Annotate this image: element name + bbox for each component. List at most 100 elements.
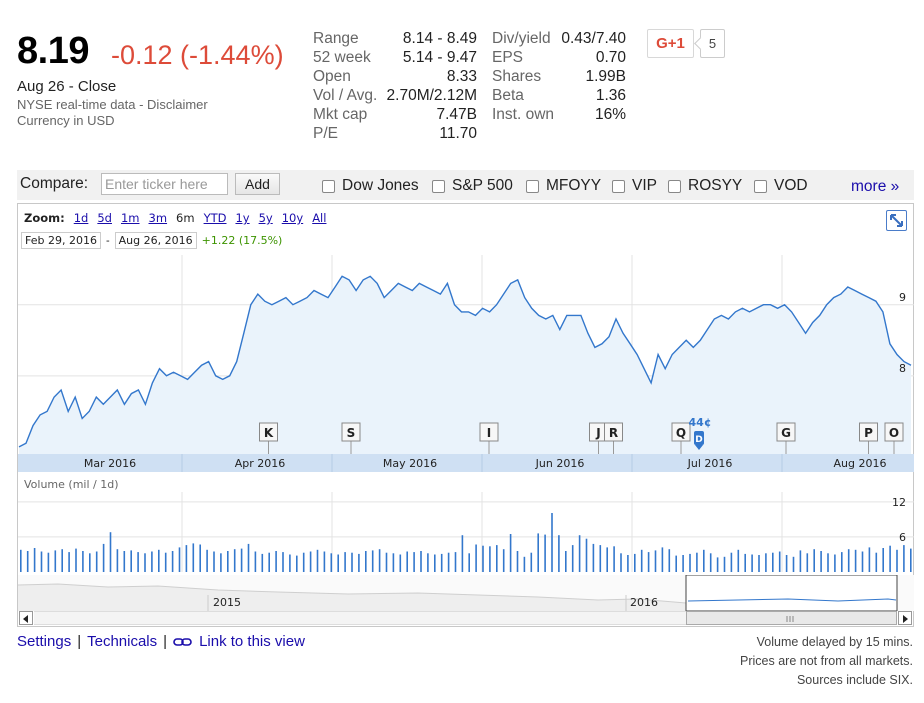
checkbox-icon[interactable]	[526, 179, 539, 193]
zoom-1m[interactable]: 1m	[121, 211, 140, 225]
price-chart[interactable]: 98 KSIJRQGPOM44¢D Mar 2016Apr 2016May 20…	[18, 255, 914, 472]
stat-label: Range	[313, 30, 359, 47]
volume-bar	[813, 549, 815, 572]
event-flag-label: O	[889, 426, 899, 440]
more-compare-link[interactable]: more »	[851, 178, 899, 196]
stat-row: Beta 1.36	[492, 87, 626, 106]
zoom-1d[interactable]: 1d	[74, 211, 89, 225]
volume-y-tick-label: 6	[899, 531, 906, 544]
compare-vod[interactable]: VOD	[754, 177, 808, 195]
volume-bar	[164, 552, 167, 572]
volume-bar	[827, 553, 829, 572]
navigator-year-label: 2015	[213, 596, 241, 609]
volume-bar	[151, 551, 153, 572]
zoom-controls: Zoom: 1d 5d 1m 3m 6m YTD 1y 5y 10y All	[24, 211, 326, 225]
zoom-3m[interactable]: 3m	[149, 211, 168, 225]
volume-bar	[516, 551, 519, 572]
stat-row: Shares 1.99B	[492, 68, 626, 87]
month-tick-label: Aug 2016	[834, 457, 887, 470]
compare-vip[interactable]: VIP	[612, 177, 657, 195]
volume-bar	[778, 551, 781, 572]
volume-bar	[40, 551, 43, 572]
stat-row: P/E 11.70	[313, 125, 477, 144]
scroll-left-button[interactable]	[19, 611, 33, 625]
compare-sp500[interactable]: S&P 500	[432, 177, 513, 195]
checkbox-icon[interactable]	[432, 179, 445, 193]
volume-bar	[475, 544, 477, 572]
checkbox-icon[interactable]	[668, 179, 681, 193]
google-plus-one-button[interactable]: G+1	[647, 29, 694, 58]
volume-bar	[434, 554, 436, 572]
zoom-6m[interactable]: 6m	[176, 211, 195, 225]
volume-bar	[371, 550, 374, 572]
volume-bar	[137, 552, 139, 572]
volume-bar	[227, 551, 229, 572]
volume-chart[interactable]: 12 6	[18, 492, 914, 574]
navigator-selection-window[interactable]	[685, 575, 898, 611]
zoom-5y[interactable]: 5y	[259, 211, 273, 225]
volume-bar	[806, 553, 809, 572]
zoom-all[interactable]: All	[312, 211, 326, 225]
event-flag-label: I	[487, 426, 491, 440]
stat-row: 52 week 5.14 - 9.47	[313, 49, 477, 68]
volume-bar	[530, 552, 533, 572]
volume-bar	[447, 552, 450, 572]
zoom-ytd[interactable]: YTD	[204, 211, 227, 225]
stat-row: Vol / Avg. 2.70M/2.12M	[313, 87, 477, 106]
volume-bar	[323, 551, 326, 572]
navigator-chart[interactable]: 2015 2016	[18, 575, 914, 611]
checkbox-icon[interactable]	[322, 179, 335, 193]
footer-separator: |	[163, 633, 168, 650]
volume-bar	[337, 554, 339, 572]
range-change: +1.22 (17.5%)	[201, 234, 283, 247]
stat-label: EPS	[492, 49, 524, 66]
zoom-10y[interactable]: 10y	[282, 211, 303, 225]
footer-note-volume: Volume delayed by 15 mins.	[756, 635, 913, 649]
stat-row: Range 8.14 - 8.49	[313, 30, 477, 49]
compare-option-label: Dow Jones	[342, 177, 419, 194]
stat-label: Shares	[492, 68, 542, 85]
compare-dow-jones[interactable]: Dow Jones	[322, 177, 419, 195]
link-to-view-link[interactable]: Link to this view	[199, 633, 305, 650]
checkbox-icon[interactable]	[754, 179, 767, 193]
price-y-tick-label: 9	[899, 291, 906, 304]
scroll-right-button[interactable]	[898, 611, 912, 625]
compare-rosyy[interactable]: ROSYY	[668, 177, 742, 195]
volume-bar	[565, 551, 567, 572]
range-end-date[interactable]: Aug 26, 2016	[114, 232, 197, 249]
realtime-disclaimer-link[interactable]: NYSE real-time data - Disclaimer	[17, 97, 208, 112]
zoom-1y[interactable]: 1y	[235, 211, 249, 225]
expand-chart-icon[interactable]	[886, 210, 907, 231]
event-flag-label: S	[347, 426, 356, 440]
compare-option-label: MFOYY	[546, 177, 602, 194]
volume-bar	[640, 549, 643, 572]
settings-link[interactable]: Settings	[17, 633, 71, 650]
zoom-5d[interactable]: 5d	[97, 211, 112, 225]
technicals-link[interactable]: Technicals	[87, 633, 157, 650]
volume-bar	[199, 544, 201, 572]
chart-scrollbar-thumb[interactable]	[686, 611, 897, 625]
link-chain-icon	[173, 637, 192, 646]
compare-ticker-input[interactable]	[101, 173, 228, 195]
checkbox-icon[interactable]	[612, 179, 625, 193]
volume-bar	[896, 549, 898, 572]
volume-bar	[123, 551, 126, 572]
volume-bar	[489, 546, 491, 572]
volume-bar	[296, 555, 298, 572]
volume-bar	[344, 552, 346, 572]
range-start-date[interactable]: Feb 29, 2016	[21, 232, 101, 249]
add-ticker-button[interactable]: Add	[235, 173, 280, 195]
volume-bar	[130, 550, 132, 572]
stat-label: Div/yield	[492, 30, 551, 47]
volume-bar	[192, 543, 195, 572]
volume-bar	[47, 552, 50, 572]
volume-bar	[116, 549, 119, 572]
volume-bar	[289, 554, 291, 572]
volume-bar	[737, 549, 740, 572]
month-axis-band	[18, 454, 914, 472]
footer-note-sources: Sources include SIX.	[796, 673, 913, 687]
compare-mfoyy[interactable]: MFOYY	[526, 177, 601, 195]
dividend-marker-letter: D	[695, 435, 702, 445]
event-flag-label: J	[595, 426, 600, 440]
volume-bar	[454, 552, 457, 572]
